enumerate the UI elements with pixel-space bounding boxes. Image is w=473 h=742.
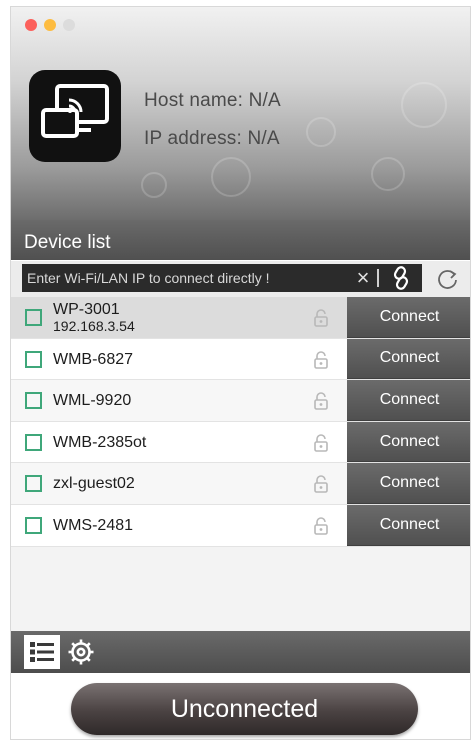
- device-row[interactable]: WMB-6827 Connect: [11, 338, 470, 381]
- device-name: WP-3001: [53, 301, 120, 318]
- device-list: WP-3001 192.168.3.54 Connect WMB-6827 Co…: [11, 297, 470, 547]
- tab-device-list[interactable]: [24, 635, 60, 669]
- lock-icon: [311, 474, 331, 494]
- connect-button[interactable]: Connect: [347, 380, 470, 421]
- device-checkbox[interactable]: [25, 475, 42, 493]
- device-row[interactable]: WML-9920 Connect: [11, 380, 470, 422]
- device-name: WMS-2481: [53, 516, 134, 534]
- app-window: Host name: N/A IP address: N/A Device li…: [10, 6, 471, 740]
- window-minimize-button[interactable]: [44, 19, 56, 31]
- connect-button[interactable]: Connect: [347, 504, 470, 546]
- background-decoration: [141, 172, 167, 198]
- status-area: Unconnected: [11, 673, 470, 739]
- device-name: WMB-6827: [53, 350, 134, 368]
- device-checkbox[interactable]: [25, 392, 42, 410]
- device-row[interactable]: zxl-guest02 Connect: [11, 463, 470, 505]
- host-name-label: Host name:: [144, 90, 244, 111]
- background-decoration: [401, 82, 447, 128]
- connection-status-button[interactable]: Unconnected: [71, 683, 418, 735]
- ip-address-label: IP address:: [144, 128, 242, 149]
- lock-icon: [311, 308, 331, 328]
- device-name: zxl-guest02: [53, 475, 135, 493]
- divider: [377, 269, 379, 287]
- device-row[interactable]: WMS-2481 Connect: [11, 504, 470, 547]
- ip-input[interactable]: [22, 264, 338, 292]
- ip-connect-bar: ×: [11, 261, 470, 297]
- list-icon: [24, 642, 60, 672]
- ip-address-row: IP address: N/A: [144, 128, 280, 150]
- device-name: WML-9920: [53, 392, 132, 410]
- refresh-icon[interactable]: [435, 267, 461, 293]
- device-name: WMB-2385ot: [53, 433, 147, 451]
- window-close-button[interactable]: [25, 19, 37, 31]
- device-row[interactable]: WMB-2385ot Connect: [11, 421, 470, 464]
- device-ip: 192.168.3.54: [53, 318, 135, 334]
- connect-button[interactable]: Connect: [347, 338, 470, 380]
- device-checkbox[interactable]: [25, 433, 42, 451]
- lock-icon: [311, 433, 331, 453]
- lock-icon: [311, 391, 331, 411]
- lock-icon: [311, 516, 331, 536]
- connect-button[interactable]: Connect: [347, 421, 470, 463]
- connect-button[interactable]: Connect: [347, 297, 470, 338]
- list-empty-area: [11, 547, 470, 631]
- lock-icon: [311, 350, 331, 370]
- ip-address-value: N/A: [247, 128, 280, 149]
- background-decoration: [211, 157, 251, 197]
- device-checkbox[interactable]: [25, 516, 42, 534]
- bottom-tab-bar: [11, 631, 470, 673]
- screen-cast-icon: [29, 70, 121, 162]
- gear-icon: [63, 639, 99, 672]
- device-list-title: Device list: [11, 220, 470, 260]
- clear-icon[interactable]: ×: [353, 264, 373, 292]
- header-panel: Host name: N/A IP address: N/A: [11, 7, 470, 220]
- link-icon[interactable]: [387, 264, 415, 292]
- device-checkbox[interactable]: [25, 309, 42, 326]
- device-row[interactable]: WP-3001 192.168.3.54 Connect: [11, 297, 470, 339]
- background-decoration: [371, 157, 405, 191]
- tab-settings[interactable]: [63, 635, 99, 669]
- host-name-value: N/A: [248, 90, 281, 111]
- window-zoom-button[interactable]: [63, 19, 75, 31]
- connect-button[interactable]: Connect: [347, 463, 470, 504]
- background-decoration: [306, 117, 336, 147]
- host-name-row: Host name: N/A: [144, 90, 281, 112]
- device-checkbox[interactable]: [25, 350, 42, 368]
